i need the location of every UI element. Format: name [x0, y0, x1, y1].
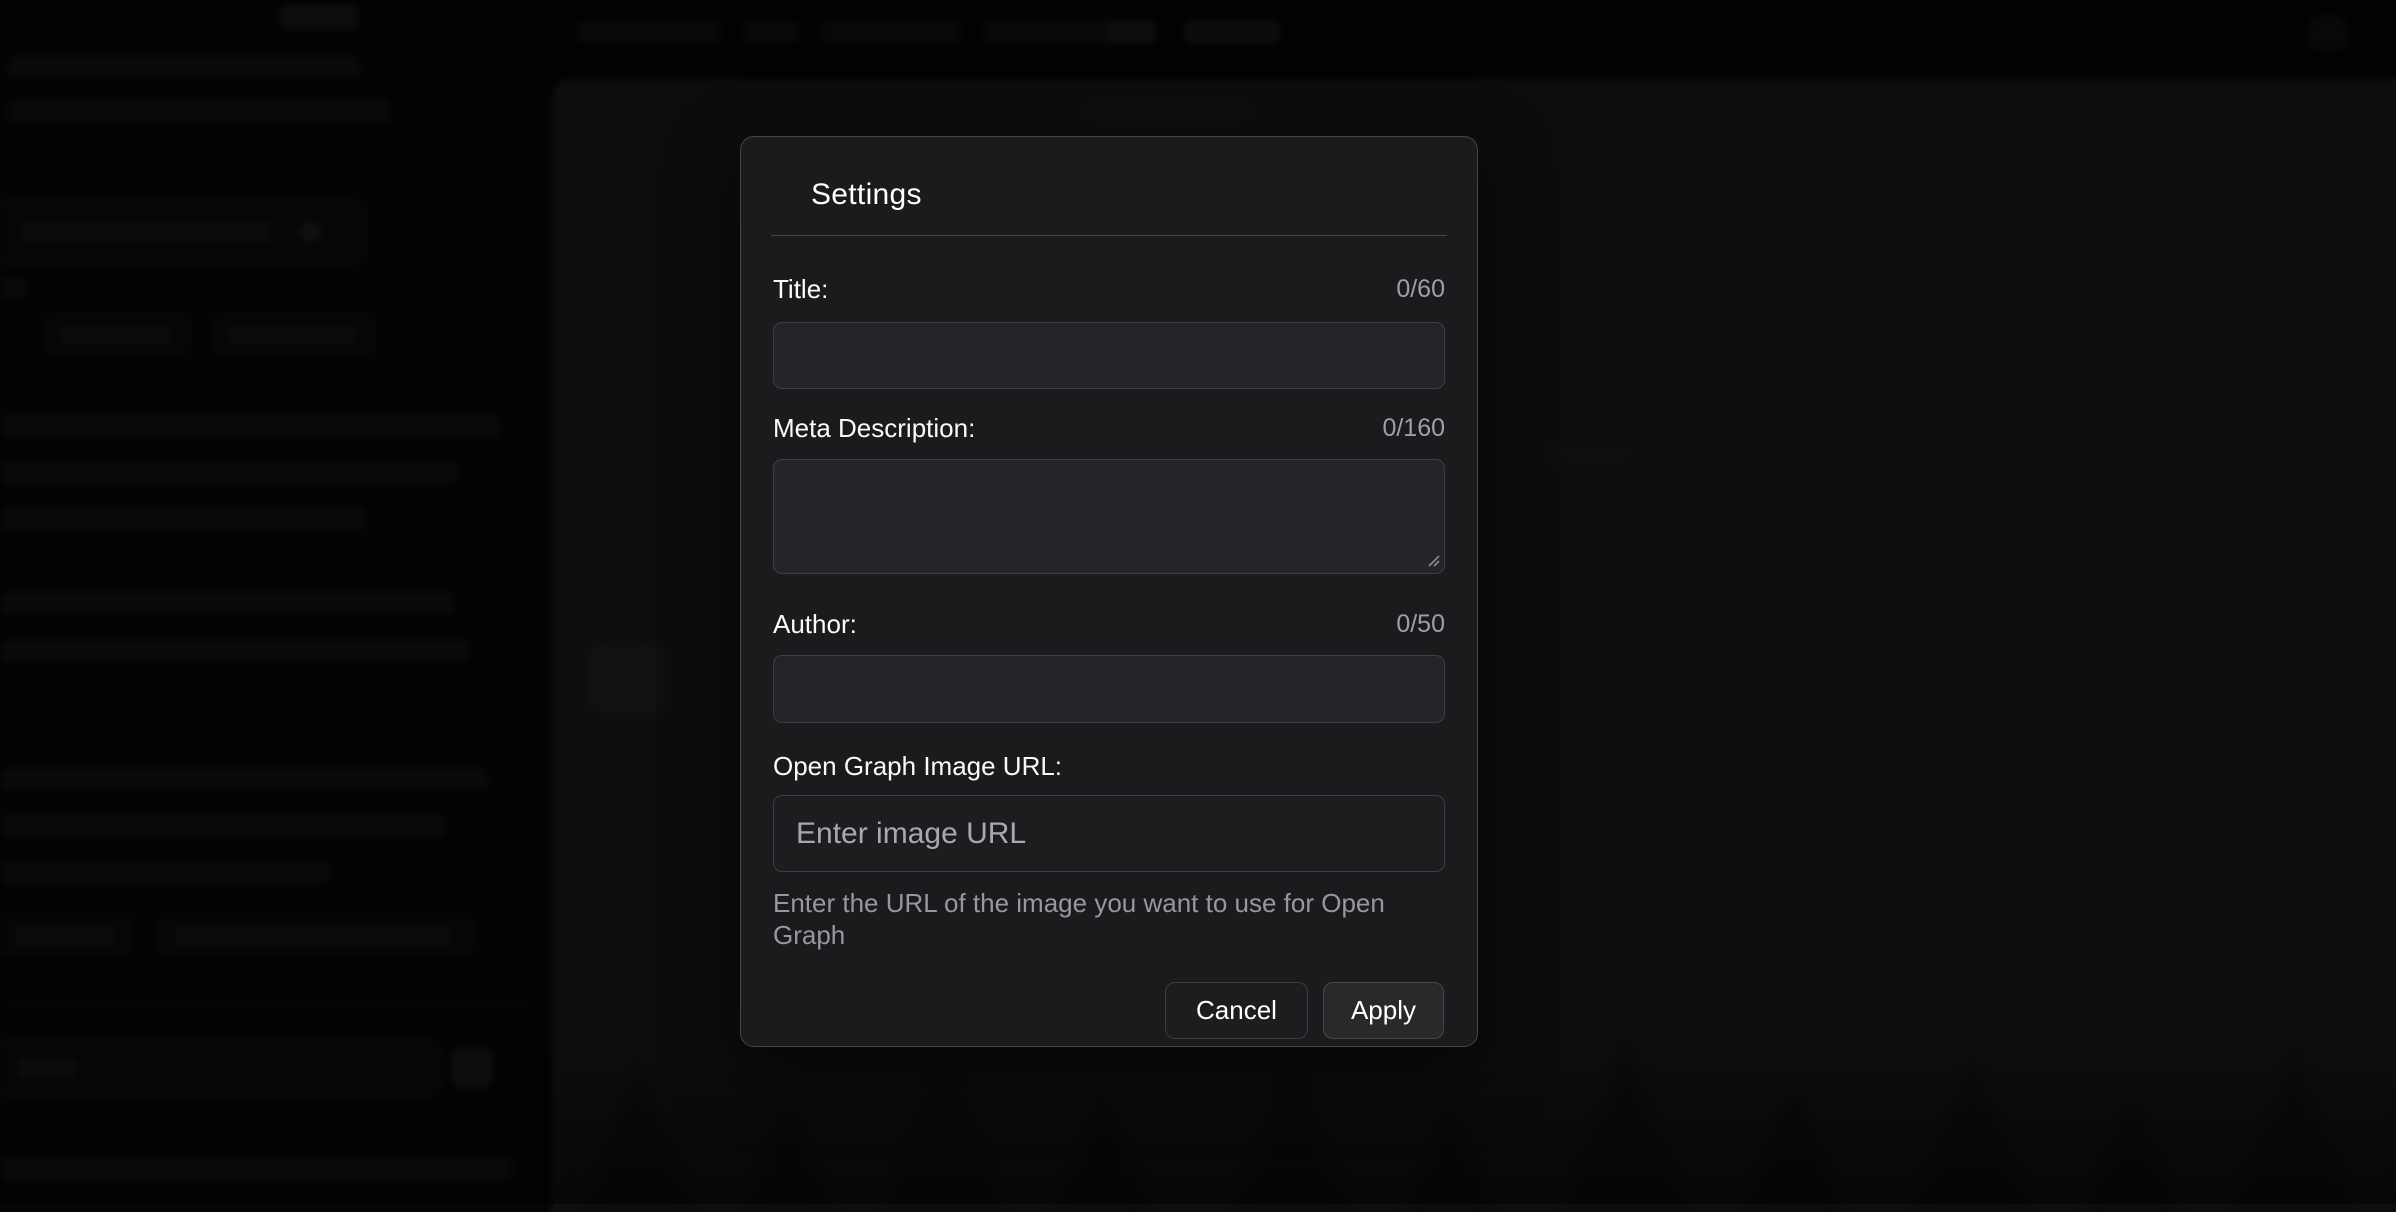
- meta-description-textarea[interactable]: [773, 459, 1445, 574]
- field-meta-description: Meta Description: 0/160: [773, 412, 1445, 574]
- dialog-title: Settings: [811, 177, 1445, 213]
- og-image-url-helper-text: Enter the URL of the image you want to u…: [773, 887, 1445, 951]
- cancel-button[interactable]: Cancel: [1165, 982, 1308, 1039]
- og-image-url-input[interactable]: [773, 795, 1445, 872]
- field-author: Author: 0/50: [773, 608, 1445, 723]
- settings-dialog: Settings Title: 0/60 Meta Description: 0…: [740, 136, 1478, 1047]
- title-input[interactable]: [773, 322, 1445, 389]
- author-label: Author:: [773, 608, 857, 640]
- apply-button[interactable]: Apply: [1323, 982, 1444, 1039]
- title-char-counter: 0/60: [1396, 273, 1445, 305]
- og-image-url-label: Open Graph Image URL:: [773, 750, 1062, 782]
- dialog-divider: [771, 235, 1447, 236]
- title-label: Title:: [773, 273, 828, 305]
- dialog-actions: Cancel Apply: [773, 982, 1444, 1039]
- author-input[interactable]: [773, 655, 1445, 723]
- field-og-image-url: Open Graph Image URL:: [773, 750, 1445, 872]
- resize-handle-icon[interactable]: [1426, 553, 1440, 567]
- field-title: Title: 0/60: [773, 273, 1445, 389]
- meta-description-char-counter: 0/160: [1382, 412, 1445, 444]
- meta-description-label: Meta Description:: [773, 412, 975, 444]
- author-char-counter: 0/50: [1396, 608, 1445, 640]
